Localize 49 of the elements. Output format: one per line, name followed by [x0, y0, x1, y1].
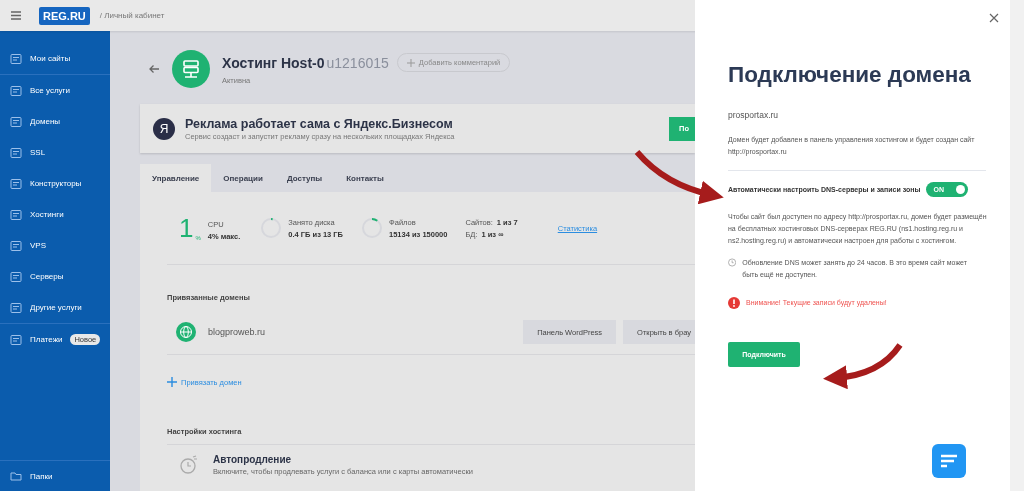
sidebar-item[interactable]: Все услуги — [0, 75, 110, 106]
cpu-value: 1 — [179, 215, 194, 241]
sidebar-item[interactable]: Другие услуги — [0, 292, 110, 324]
domain-name: prosportax.ru — [728, 110, 780, 120]
sidebar-icon — [10, 333, 22, 346]
plus-icon — [167, 377, 177, 387]
sidebar-item[interactable]: Мои сайты — [0, 43, 110, 75]
back-arrow-icon[interactable] — [148, 64, 160, 74]
clock-icon — [179, 455, 199, 475]
clock-icon — [728, 257, 737, 268]
sidebar-icon — [10, 239, 22, 252]
warning-icon — [728, 297, 740, 309]
sidebar-item[interactable]: Домены — [0, 106, 110, 137]
sidebar-item[interactable]: VPS — [0, 230, 110, 261]
tab[interactable]: Управление — [140, 164, 212, 192]
tab[interactable]: Операции — [211, 164, 275, 192]
sidebar-icon — [10, 177, 22, 190]
service-login: u1216015 — [326, 54, 389, 71]
logo[interactable]: REG.RU — [39, 6, 90, 25]
tab[interactable]: Контакты — [334, 164, 396, 192]
sidebar-icon — [10, 146, 22, 159]
yandex-logo: Я — [153, 117, 175, 140]
sidebar-item[interactable]: Хостинги — [0, 199, 110, 230]
setting-title: Автопродление — [213, 454, 293, 465]
sidebar-icon — [10, 115, 22, 128]
sidebar-icon — [10, 52, 22, 65]
sidebar-item[interactable]: Серверы — [0, 261, 110, 292]
sidebar-icon — [10, 208, 22, 221]
sidebar-icon — [10, 84, 22, 97]
sidebar-item[interactable]: Папки — [0, 460, 110, 491]
close-icon[interactable] — [989, 13, 999, 23]
sidebar-icon — [10, 270, 22, 283]
ring-gauge — [260, 217, 283, 239]
ring-gauge — [361, 217, 383, 239]
banner-title: Реклама работает сама с Яндекс.Бизнесом — [185, 116, 454, 131]
sidebar-item[interactable]: SSL — [0, 137, 110, 168]
service-title: Хостинг Host-0 — [222, 54, 325, 71]
globe-icon — [176, 322, 196, 342]
panel-title: Подключение домена — [728, 62, 972, 88]
plus-icon — [406, 58, 415, 67]
folder-icon — [10, 470, 22, 482]
sidebar-icon — [10, 301, 22, 314]
breadcrumb: / Личный кабинет — [99, 11, 165, 20]
domain-name: blogproweb.ru — [208, 327, 266, 337]
menu-icon[interactable] — [11, 11, 21, 20]
server-icon — [172, 50, 210, 88]
tab[interactable]: Доступы — [274, 164, 335, 192]
sidebar-item[interactable]: Конструкторы — [0, 168, 110, 199]
chat-icon[interactable] — [932, 444, 966, 478]
